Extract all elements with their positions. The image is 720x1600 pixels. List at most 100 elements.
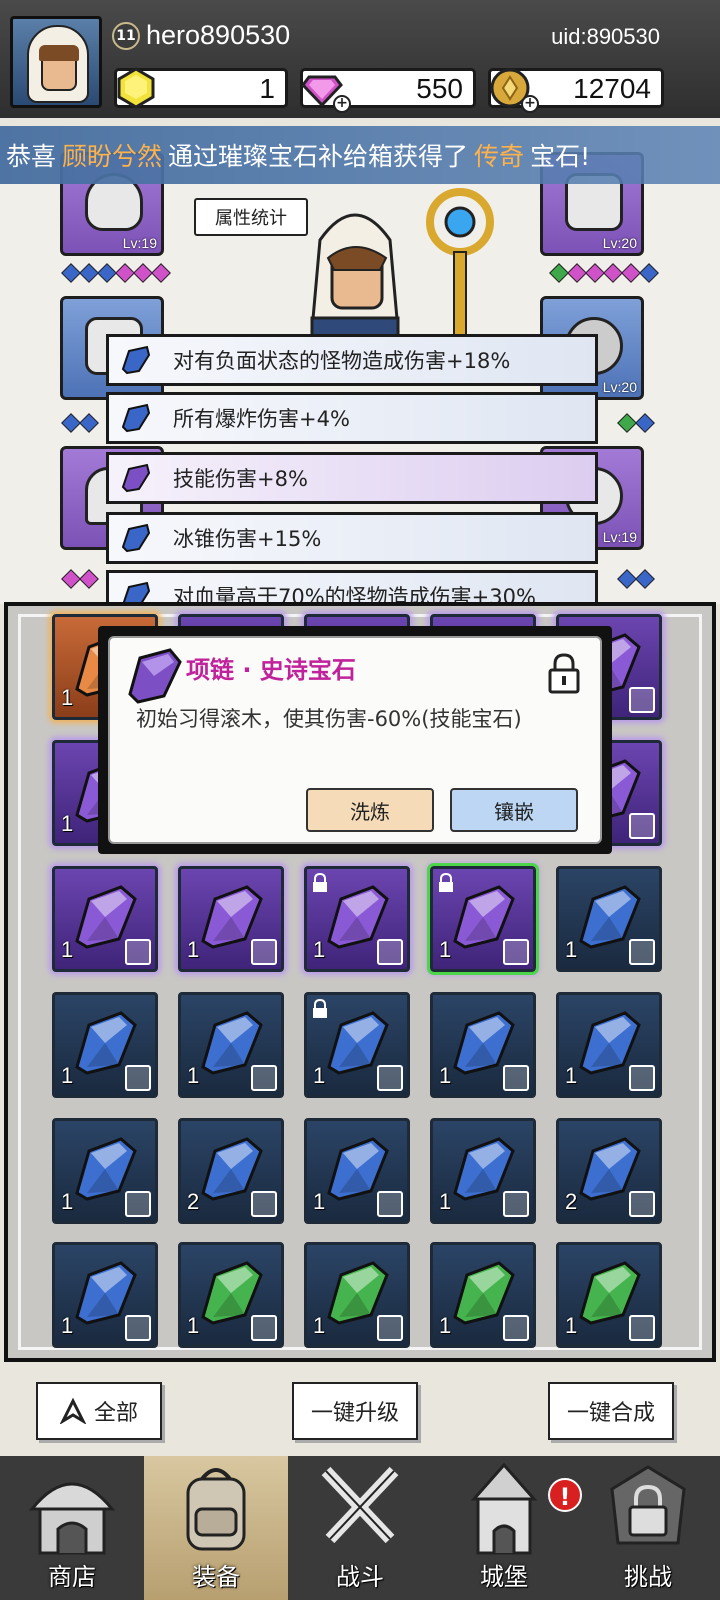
inventory-gem-cell[interactable]: 1 [304,1242,410,1348]
gem-socket-indicator [61,263,171,283]
player-avatar[interactable] [10,16,102,108]
gem-detail-popup: 项链 · 史诗宝石 初始习得滚木，使其伤害-60%(技能宝石) 洗炼 镶嵌 [98,626,612,854]
broadcast-banner: 恭喜 顾盼兮然 通过璀璨宝石补给箱获得了 传奇 宝石! [0,126,720,184]
filter-arrow-icon [59,1398,86,1424]
gem-count: 1 [187,937,200,962]
gem-count: 1 [61,1189,74,1214]
gem-count: 1 [313,937,326,962]
inventory-gem-cell[interactable]: 1 [556,1242,662,1348]
blue-gem-icon [121,345,151,375]
gem-description: 初始习得滚木，使其伤害-60%(技能宝石) [136,707,522,731]
diamond-value: 550 [416,73,463,104]
coin-value: 12704 [573,73,651,104]
gem-count: 1 [61,811,74,836]
gem-count: 1 [313,1313,326,1338]
nav-castle[interactable]: 城堡 [432,1456,576,1600]
banner-rarity: 传奇 [474,142,525,171]
inventory-gem-cell[interactable]: 2 [178,1118,284,1224]
gem-count: 1 [439,937,452,962]
equip-type-ring-icon [377,939,403,965]
castle-icon [470,1462,538,1555]
equip-type-boot-icon [377,1191,403,1217]
equip-type-neck-icon [629,1191,655,1217]
inventory-gem-cell[interactable]: 1 [178,1242,284,1348]
hero-staff [426,188,494,352]
gem-count: 1 [61,1063,74,1088]
gold-gem-value: 1 [259,73,275,104]
inventory-gem-cell[interactable]: 1 [304,1118,410,1224]
purple-gem-icon [121,463,151,493]
stat-row: 对有负面状态的怪物造成伤害+18% [106,334,598,386]
equip-type-neck-icon [503,1191,529,1217]
equip-type-neck-icon [503,939,529,965]
gold-gem-counter: 1 [114,67,288,109]
inventory-gem-cell[interactable]: 1 [430,1242,536,1348]
blue-gem-icon [121,403,151,433]
inventory-gem-cell[interactable]: 1 [178,992,284,1098]
nav-equip[interactable]: 装备 [144,1456,288,1600]
gem-count: 1 [565,1063,578,1088]
gem-count: 1 [313,1063,326,1088]
lock-icon [313,999,327,1018]
inventory-gem-cell[interactable]: 1 [427,863,539,975]
inventory-gem-cell[interactable]: 1 [430,992,536,1098]
refine-button[interactable]: 洗炼 [306,788,434,832]
hero-character [310,213,400,350]
stat-row: 技能伤害+8% [106,452,598,504]
add-diamond-button[interactable]: + [333,95,351,113]
blue-gem-icon [121,523,151,553]
inlay-button[interactable]: 镶嵌 [450,788,578,832]
stat-row: 冰锥伤害+15% [106,512,598,564]
gem-socket-indicator [61,569,99,589]
equip-type-glove-icon [629,1315,655,1341]
stat-row: 所有爆炸伤害+4% [106,392,598,444]
banner-player-name: 顾盼兮然 [62,142,163,171]
inventory-gem-cell[interactable]: 1 [304,992,410,1098]
equip-type-armor-icon [377,1315,403,1341]
inventory-gem-cell[interactable]: 1 [52,866,158,972]
gem-count: 1 [61,685,74,710]
bottom-navigation: 商店 装备 战斗 城堡 挑战 [0,1456,720,1600]
lock-icon[interactable] [546,652,582,694]
filter-all-button[interactable]: 全部 [36,1382,162,1440]
gem-socket-indicator [549,263,659,283]
inventory-gem-cell[interactable]: 1 [304,866,410,972]
equip-type-ring-icon [251,939,277,965]
inventory-gem-cell[interactable]: 1 [178,866,284,972]
gem-count: 1 [187,1313,200,1338]
gem-socket-indicator [617,413,655,433]
add-coin-button[interactable]: + [521,95,539,113]
merge-all-button[interactable]: 一键合成 [548,1382,674,1440]
backpack-icon [186,1468,246,1551]
inventory-gem-cell[interactable]: 1 [52,992,158,1098]
lock-icon [313,873,327,892]
inventory-gem-cell[interactable]: 1 [52,1118,158,1224]
equip-type-glove-icon [377,1065,403,1091]
player-name: hero890530 [146,20,291,50]
upgrade-all-button[interactable]: 一键升级 [292,1382,418,1440]
nav-challenge[interactable]: 挑战 [576,1456,720,1600]
inventory-gem-cell[interactable]: 1 [430,1118,536,1224]
equip-type-armor-icon [125,1065,151,1091]
inventory-gem-cell[interactable]: 1 [556,866,662,972]
inventory-gem-cell[interactable]: 2 [556,1118,662,1224]
equip-type-glove-icon [629,1065,655,1091]
coin-counter: + 12704 [488,68,664,113]
equip-type-glove-icon [251,1065,277,1091]
equip-type-boot-icon [629,687,655,713]
shop-icon [28,1482,116,1555]
gem-count: 2 [187,1189,200,1214]
equip-type-glove-icon [503,1065,529,1091]
gem-title: 项链 · 史诗宝石 [186,656,356,684]
gem-socket-indicator [617,569,655,589]
equip-type-ring-icon [125,1315,151,1341]
nav-battle[interactable]: 战斗 [288,1456,432,1600]
equip-type-hat-icon [125,939,151,965]
gem-count: 1 [565,1313,578,1338]
nav-shop[interactable]: 商店 [0,1456,144,1600]
gem-count: 1 [313,1189,326,1214]
inventory-gem-cell[interactable]: 1 [556,992,662,1098]
inventory-gem-cell[interactable]: 1 [52,1242,158,1348]
equip-type-boot-icon [251,1191,277,1217]
lock-icon [439,873,453,892]
